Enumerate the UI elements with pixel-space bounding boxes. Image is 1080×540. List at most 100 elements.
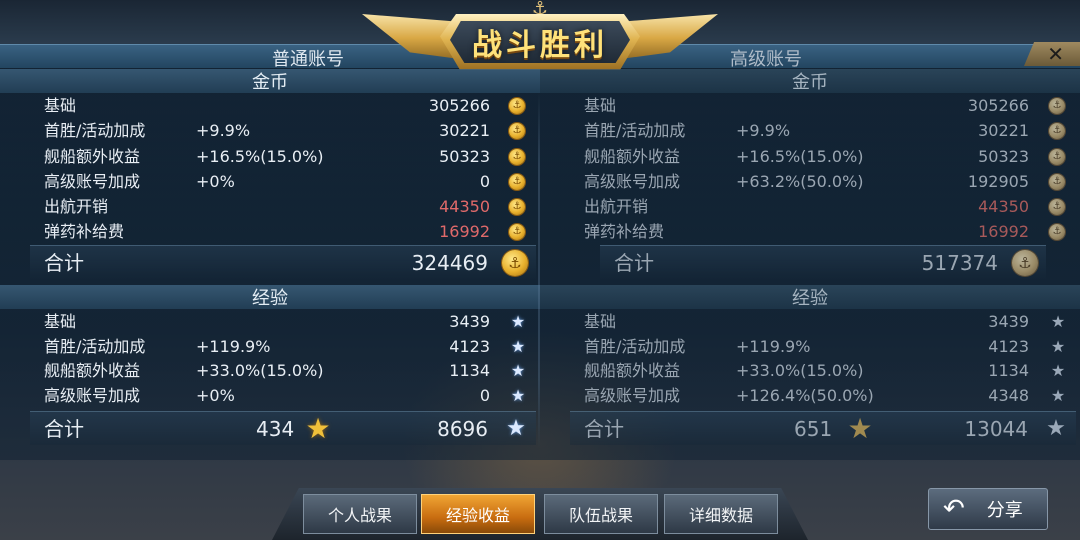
- row-label: 出航开销: [584, 197, 649, 216]
- row-value: 30221: [439, 121, 490, 140]
- exp-total-value: 13044: [964, 417, 1028, 441]
- row-label: 首胜/活动加成: [44, 121, 146, 140]
- gold-row: 弹药补给费 16992: [584, 220, 1029, 244]
- row-value: 50323: [439, 147, 490, 166]
- coin-icon: ⚓: [509, 123, 525, 139]
- row-label: 高级账号加成: [44, 386, 141, 405]
- row-percent: +119.9%: [196, 337, 271, 356]
- star-icon: ★: [1050, 361, 1066, 380]
- row-value: 4123: [449, 337, 490, 356]
- gold-row: 弹药补给费 16992: [44, 220, 490, 244]
- star-icon: ★: [1050, 386, 1066, 405]
- row-percent: +33.0%(15.0%): [196, 361, 324, 380]
- exp-row: 基础 3439: [44, 310, 490, 334]
- row-value: 3439: [449, 312, 490, 331]
- coin-icon: ⚓: [1012, 250, 1038, 276]
- gold-row: 舰船额外收益 +16.5%(15.0%) 50323: [584, 145, 1029, 169]
- tab-personal-results[interactable]: 个人战果: [303, 494, 417, 534]
- star-icon: ★: [506, 416, 526, 441]
- row-label: 舰船额外收益: [584, 361, 681, 380]
- gold-row: 首胜/活动加成 +9.9% 30221: [44, 119, 490, 143]
- captain-exp-value: 434: [256, 417, 295, 441]
- row-percent: +63.2%(50.0%): [736, 172, 864, 191]
- row-percent: +126.4%(50.0%): [736, 386, 874, 405]
- row-label: 高级账号加成: [584, 386, 681, 405]
- title-inner: 战斗胜利: [450, 21, 630, 63]
- gold-header-premium: 金币: [540, 69, 1080, 93]
- exp-header-normal: 经验: [0, 285, 540, 309]
- coin-icon: ⚓: [1049, 98, 1065, 114]
- star-icon: ★: [510, 312, 526, 331]
- star-icon: ★: [510, 386, 526, 405]
- gold-row: 出航开销 44350: [44, 195, 490, 219]
- row-label: 首胜/活动加成: [584, 121, 686, 140]
- row-value: 44350: [978, 197, 1029, 216]
- gold-star-icon: ★: [305, 412, 331, 445]
- row-label: 舰船额外收益: [44, 147, 141, 166]
- row-value: 44350: [439, 197, 490, 216]
- share-button[interactable]: ↶ 分享: [928, 488, 1048, 530]
- gold-total-row: 合计 324469 ⚓: [30, 245, 536, 279]
- exp-total-value: 8696: [437, 417, 488, 441]
- exp-total-row: 合计 651 ★ 13044 ★: [570, 411, 1076, 445]
- row-label: 弹药补给费: [44, 222, 125, 241]
- row-value: 305266: [967, 96, 1029, 115]
- coin-icon: ⚓: [509, 199, 525, 215]
- row-value: 16992: [439, 222, 490, 241]
- gold-total-row: 合计 517374 ⚓: [600, 245, 1046, 279]
- row-percent: +16.5%(15.0%): [196, 147, 324, 166]
- coin-icon: ⚓: [509, 174, 525, 190]
- row-value: 0: [479, 386, 490, 405]
- page-title: 战斗胜利: [472, 28, 608, 63]
- row-value: 4123: [988, 337, 1029, 356]
- row-value: 3439: [988, 312, 1029, 331]
- coin-icon: ⚓: [1049, 149, 1065, 165]
- exp-row: 首胜/活动加成 +119.9% 4123: [44, 335, 490, 359]
- row-label: 基础: [44, 96, 77, 115]
- coin-icon: ⚓: [1049, 224, 1065, 240]
- exp-row: 基础 3439: [584, 310, 1029, 334]
- row-percent: +0%: [196, 386, 235, 405]
- exp-row: 高级账号加成 +126.4%(50.0%) 4348: [584, 384, 1029, 408]
- share-arrow-icon: ↶: [943, 494, 965, 524]
- gold-row: 基础 305266: [44, 94, 490, 118]
- row-value: 50323: [978, 147, 1029, 166]
- tab-team-results[interactable]: 队伍战果: [544, 494, 658, 534]
- gold-header-normal: 金币: [0, 69, 540, 93]
- coin-icon: ⚓: [1049, 123, 1065, 139]
- coin-icon: ⚓: [502, 250, 528, 276]
- row-label: 舰船额外收益: [584, 147, 681, 166]
- row-label: 高级账号加成: [584, 172, 681, 191]
- row-label: 首胜/活动加成: [44, 337, 146, 356]
- coin-icon: ⚓: [509, 224, 525, 240]
- row-label: 出航开销: [44, 197, 109, 216]
- close-icon: ✕: [1047, 42, 1064, 66]
- gold-row: 首胜/活动加成 +9.9% 30221: [584, 119, 1029, 143]
- exp-row: 舰船额外收益 +33.0%(15.0%) 1134: [44, 359, 490, 383]
- star-icon: ★: [1050, 312, 1066, 331]
- star-icon: ★: [1050, 337, 1066, 356]
- row-label: 舰船额外收益: [44, 361, 141, 380]
- row-value: 305266: [428, 96, 490, 115]
- exp-header-premium: 经验: [540, 285, 1080, 309]
- row-percent: +0%: [196, 172, 235, 191]
- gold-total-value: 517374: [921, 251, 998, 275]
- coin-icon: ⚓: [1049, 199, 1065, 215]
- column-divider: [538, 92, 540, 448]
- row-percent: +9.9%: [736, 121, 791, 140]
- coin-icon: ⚓: [1049, 174, 1065, 190]
- row-label: 基础: [44, 312, 77, 331]
- total-label: 合计: [44, 251, 84, 275]
- row-label: 基础: [584, 96, 617, 115]
- total-label: 合计: [44, 417, 84, 441]
- row-value: 1134: [988, 361, 1029, 380]
- tab-exp-earnings[interactable]: 经验收益: [421, 494, 535, 534]
- coin-icon: ⚓: [509, 98, 525, 114]
- tab-detailed-data[interactable]: 详细数据: [664, 494, 778, 534]
- total-label: 合计: [584, 417, 624, 441]
- gold-row: 高级账号加成 +63.2%(50.0%) 192905: [584, 170, 1029, 194]
- row-value: 16992: [978, 222, 1029, 241]
- gold-row: 高级账号加成 +0% 0: [44, 170, 490, 194]
- gold-row: 舰船额外收益 +16.5%(15.0%) 50323: [44, 145, 490, 169]
- row-value: 4348: [988, 386, 1029, 405]
